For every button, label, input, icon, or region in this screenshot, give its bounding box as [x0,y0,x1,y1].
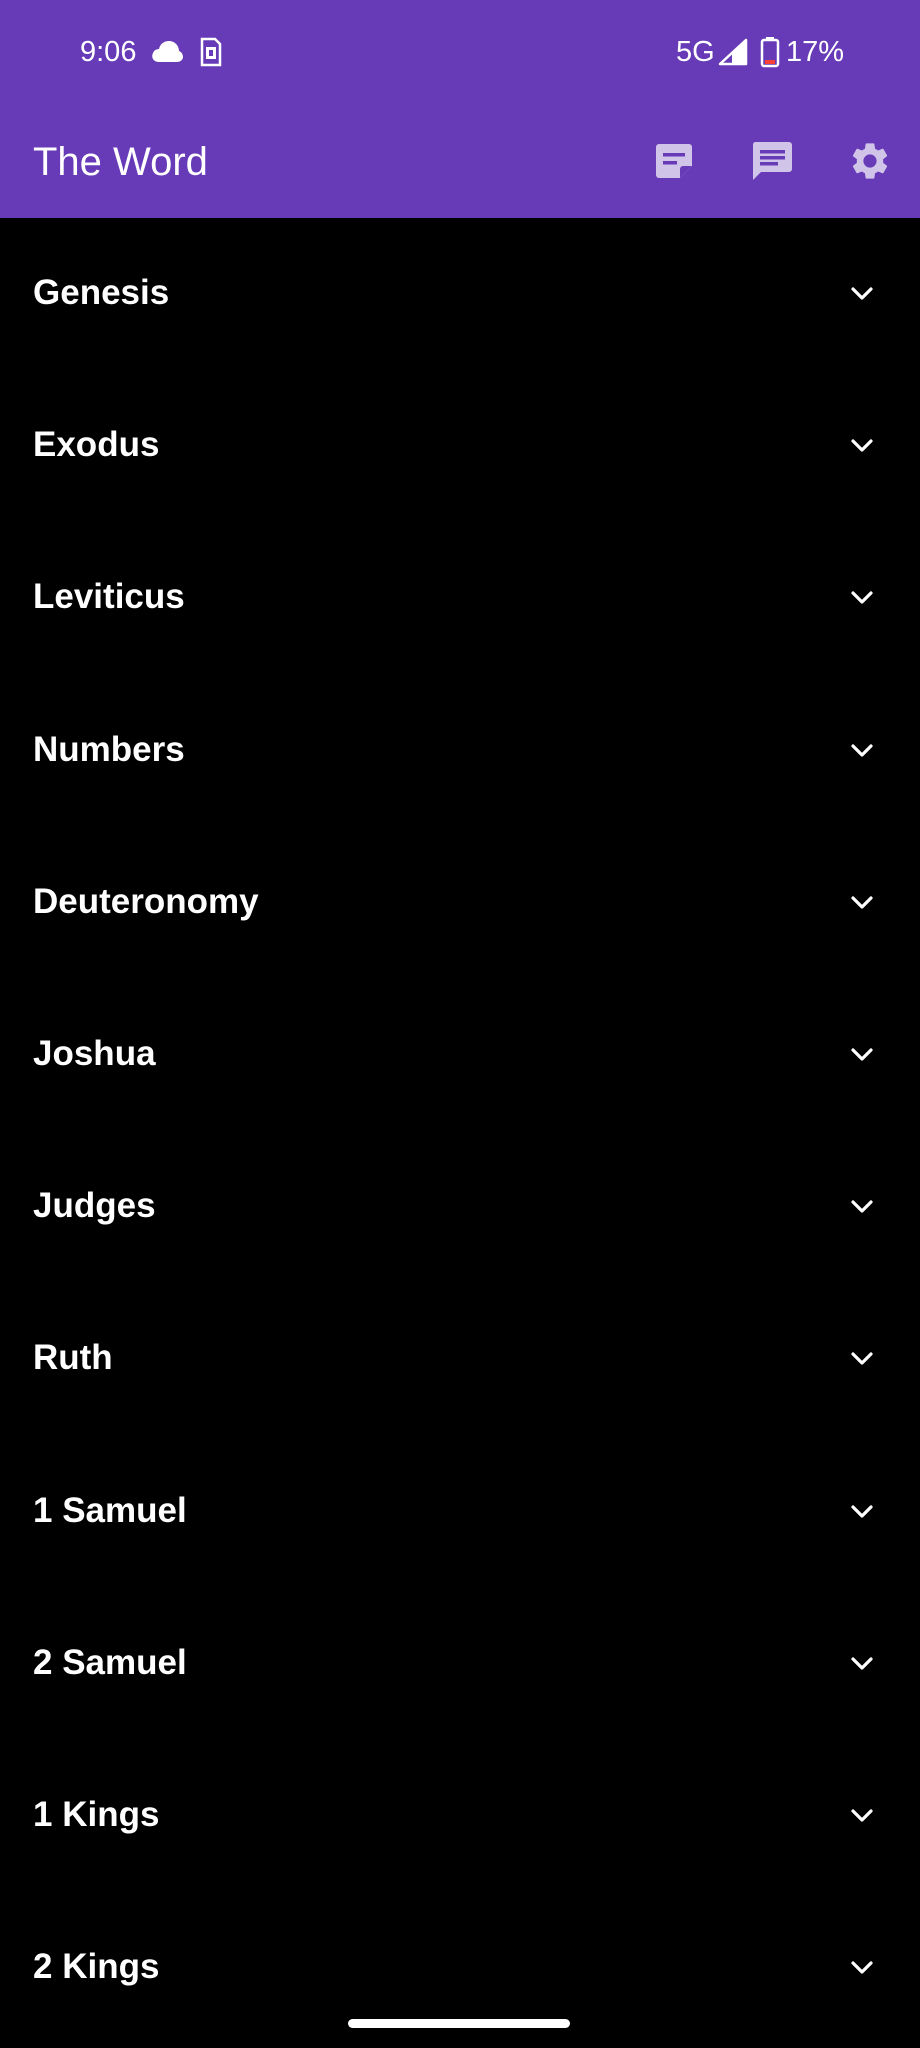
book-label: 1 Samuel [33,1490,187,1530]
book-label: Deuteronomy [33,881,259,921]
book-item-judges[interactable]: Judges [0,1131,920,1283]
book-label: Joshua [33,1033,156,1073]
battery-low-icon [760,37,780,68]
signal-icon [718,38,748,66]
book-item-exodus[interactable]: Exodus [0,370,920,522]
app-bar: The Word [0,104,920,218]
book-label: Exodus [33,425,160,465]
chevron-down-icon[interactable] [846,1952,878,1984]
book-label: Genesis [33,273,170,312]
status-bar: 9:06 5G 17% [0,0,920,104]
book-label: Ruth [33,1338,113,1378]
screen: 9:06 5G 17% The Word Genesis Exodus Levi… [0,0,920,2048]
chevron-down-icon[interactable] [846,735,878,767]
status-battery-percent: 17% [786,36,845,68]
chevron-down-icon[interactable] [846,887,878,919]
book-label: 2 Samuel [33,1642,187,1682]
book-label: 1 Kings [33,1794,160,1834]
chevron-down-icon[interactable] [846,1039,878,1071]
app-title: The Word [33,140,208,184]
book-item-genesis[interactable]: Genesis [0,218,920,370]
chevron-down-icon[interactable] [846,582,878,614]
book-item-leviticus[interactable]: Leviticus [0,522,920,674]
book-item-joshua[interactable]: Joshua [0,979,920,1131]
settings-button[interactable] [840,131,900,191]
book-item-ruth[interactable]: Ruth [0,1283,920,1435]
chevron-down-icon[interactable] [846,430,878,462]
chevron-down-icon[interactable] [846,1496,878,1528]
status-network: 5G [676,36,715,68]
book-item-2-samuel[interactable]: 2 Samuel [0,1588,920,1740]
sim-card-icon [200,37,222,67]
settings-icon [852,143,888,179]
gesture-handle[interactable] [348,2019,570,2028]
chevron-down-icon[interactable] [846,1800,878,1832]
book-item-1-kings[interactable]: 1 Kings [0,1740,920,1892]
chevron-down-icon[interactable] [846,278,878,310]
notes-icon [656,144,692,178]
book-item-deuteronomy[interactable]: Deuteronomy [0,827,920,979]
book-label: Leviticus [33,577,185,617]
book-label: Judges [33,1186,156,1226]
book-label: 2 Kings [33,1947,160,1987]
chevron-down-icon[interactable] [846,1191,878,1223]
status-time: 9:06 [80,36,137,68]
notes-button[interactable] [644,131,704,191]
chevron-down-icon[interactable] [846,1343,878,1375]
book-list: Genesis Exodus Leviticus Numbers Deutero… [0,218,920,2044]
cloud-icon [152,41,183,62]
book-label: Numbers [33,729,185,769]
comments-icon [752,142,792,180]
book-item-numbers[interactable]: Numbers [0,675,920,827]
chevron-down-icon[interactable] [846,1648,878,1680]
book-item-1-samuel[interactable]: 1 Samuel [0,1436,920,1588]
comments-button[interactable] [742,131,802,191]
